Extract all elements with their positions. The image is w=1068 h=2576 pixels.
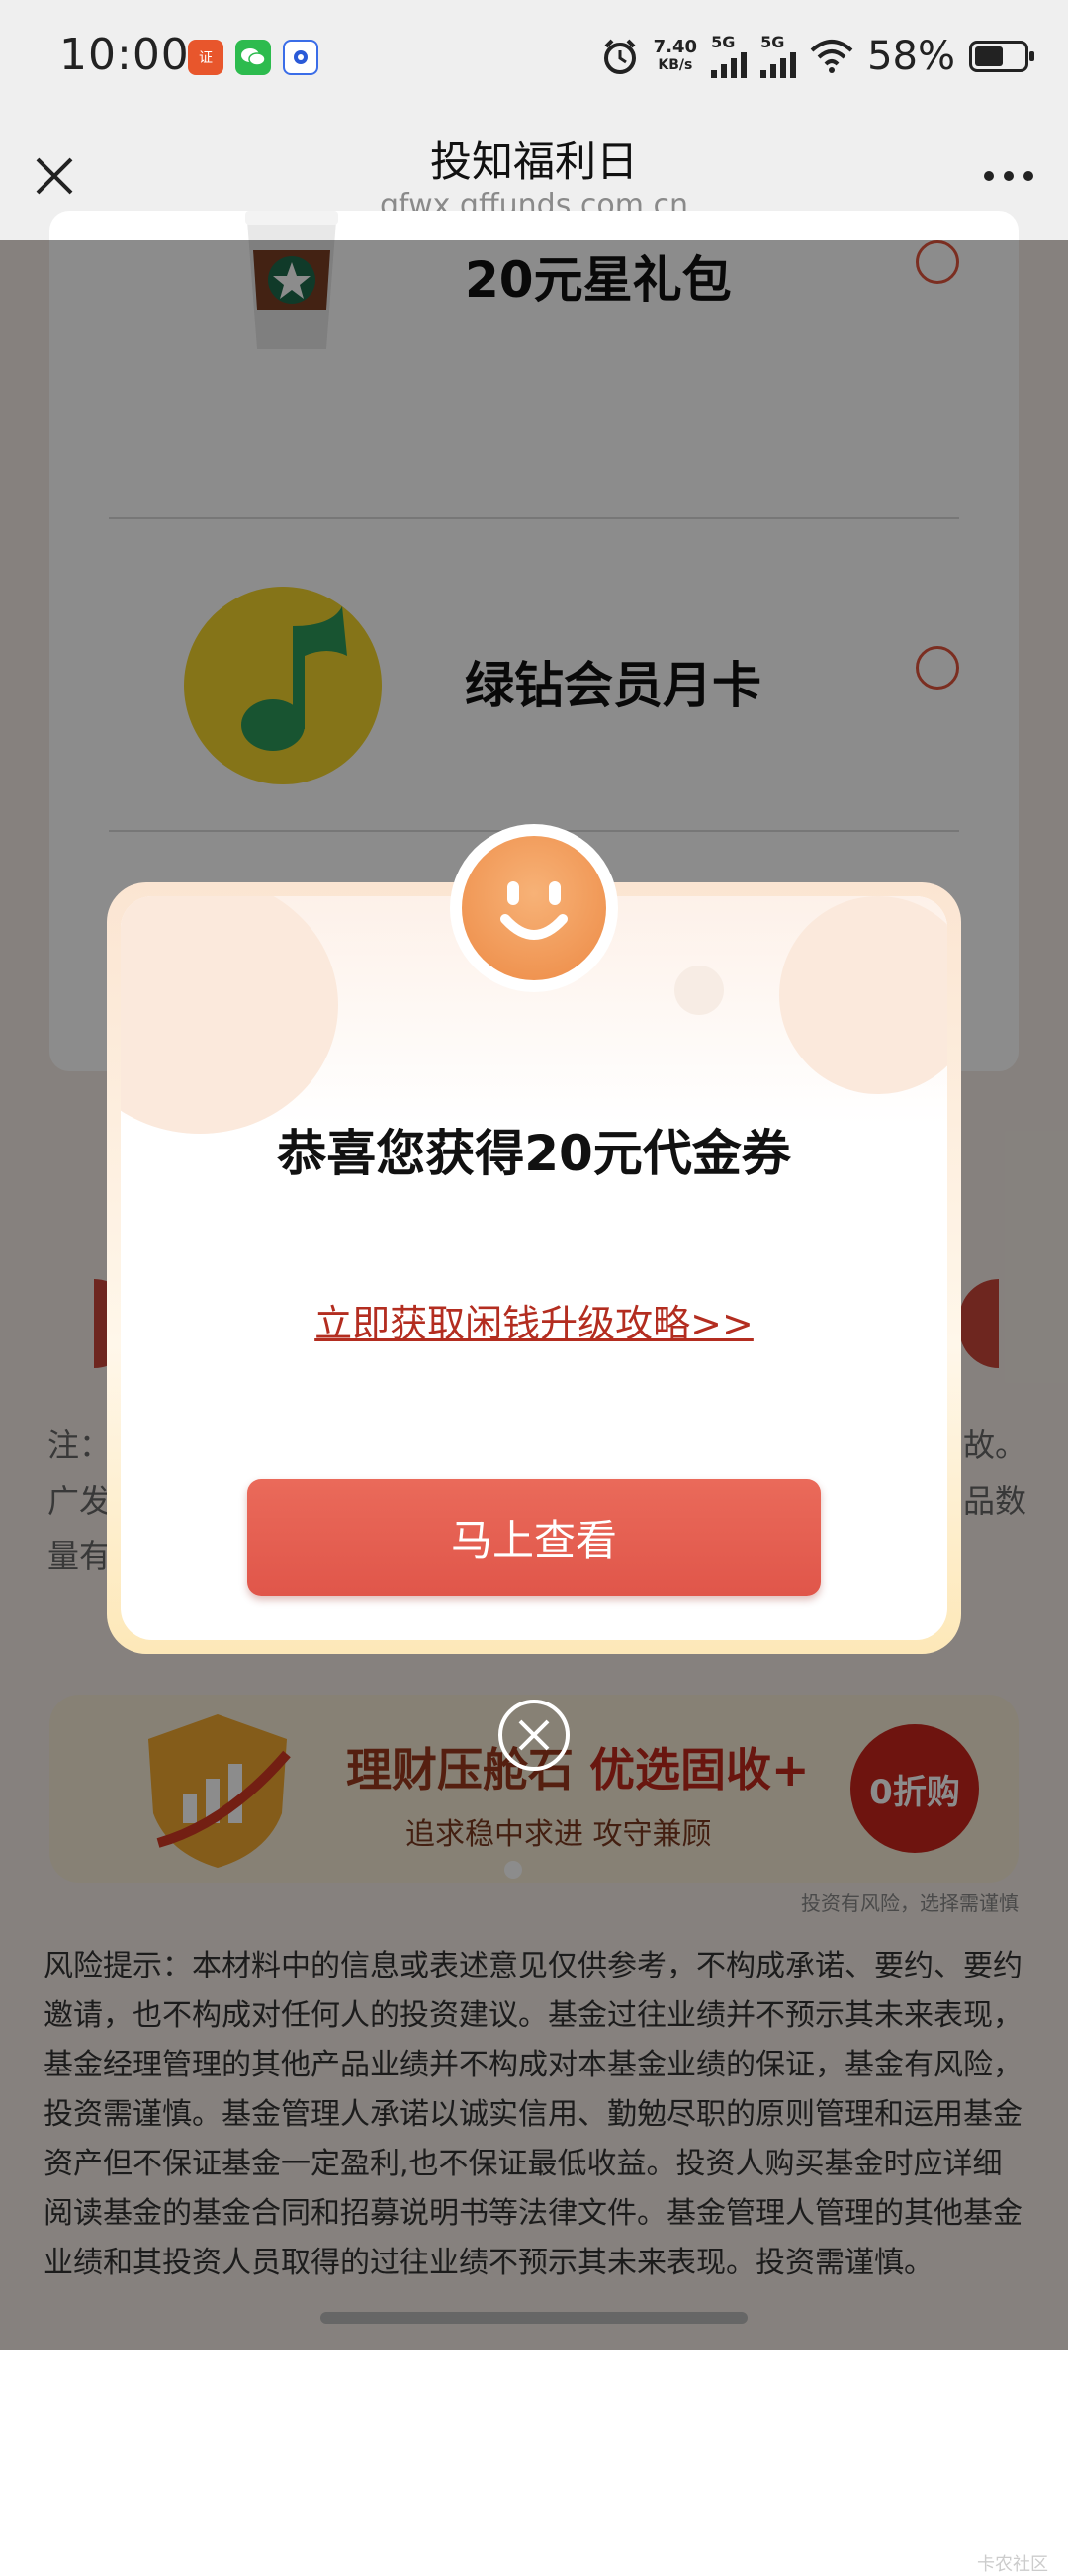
- smiley-icon: [462, 836, 606, 980]
- dialog-title: 恭喜您获得20元代金券: [277, 1125, 791, 1182]
- wechat-icon: [235, 40, 271, 75]
- alarm-icon: [603, 39, 636, 74]
- more-options-icon[interactable]: [979, 156, 1038, 196]
- status-indicators: 7.40 KB/s 5G 5G 58%: [600, 34, 1034, 79]
- watermark: 卡农社区: [977, 2554, 1048, 2575]
- wifi-icon: [810, 40, 853, 73]
- battery-icon: [969, 41, 1034, 72]
- dialog-close-icon[interactable]: [496, 1698, 572, 1773]
- status-bar: 10:00 证 7.40 KB/s 5G 5G 58%: [0, 0, 1068, 117]
- view-now-button[interactable]: 马上查看: [247, 1479, 821, 1596]
- signal-sim1: 5G: [711, 35, 748, 78]
- decor-circle: [674, 966, 724, 1015]
- net-speed: 7.40 KB/s: [653, 37, 698, 74]
- browser-app-icon: [283, 40, 318, 75]
- strategy-link[interactable]: 立即获取闲钱升级攻略>>: [107, 1293, 961, 1347]
- notification-icons: 证: [188, 40, 318, 75]
- status-time: 10:00: [59, 30, 190, 80]
- smiley-badge: [450, 824, 618, 992]
- signal-sim2: 5G: [760, 35, 797, 78]
- page-title: 投知福利日: [429, 138, 638, 186]
- securities-app-icon: 证: [188, 40, 223, 75]
- signal-bars-icon: [760, 50, 797, 78]
- home-indicator[interactable]: [320, 2312, 748, 2324]
- battery-percent: 58%: [867, 34, 955, 79]
- signal-bars-icon: [711, 50, 748, 78]
